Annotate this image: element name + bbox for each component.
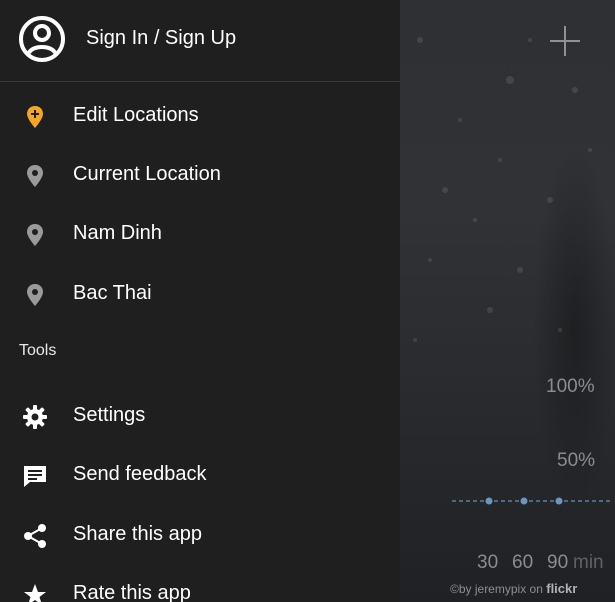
gear-icon <box>23 405 47 429</box>
location-pin-icon <box>27 224 43 246</box>
menu-item-label: Rate this app <box>73 582 191 602</box>
time-unit-min: min <box>573 552 604 573</box>
precip-label-100: 100% <box>546 376 595 397</box>
add-location-plus-button[interactable] <box>548 24 582 58</box>
menu-item-nam-dinh[interactable]: Nam Dinh <box>0 206 400 262</box>
drawer-divider <box>0 81 400 82</box>
menu-item-edit-locations[interactable]: Edit Locations <box>0 88 400 144</box>
menu-item-current-location[interactable]: Current Location <box>0 147 400 203</box>
feedback-icon <box>24 466 46 487</box>
precip-label-50: 50% <box>557 450 596 471</box>
menu-item-label: Edit Locations <box>73 104 199 126</box>
location-pin-icon <box>27 165 43 187</box>
menu-item-rate-app[interactable]: Rate this app <box>0 566 400 602</box>
star-icon <box>24 584 46 602</box>
menu-item-label: Bac Thai <box>73 282 152 304</box>
menu-item-label: Nam Dinh <box>73 222 162 244</box>
time-tick-30: 30 <box>477 552 499 573</box>
photo-credit: ©by jeremypix on flickr <box>450 581 577 596</box>
credit-prefix: ©by jeremypix on <box>450 582 543 596</box>
time-tick-60: 60 <box>512 552 534 573</box>
navigation-drawer: Sign In / Sign Up Edit Locations Current… <box>0 0 400 602</box>
sign-in-button[interactable]: Sign In / Sign Up <box>0 0 400 81</box>
precipitation-line <box>452 497 612 505</box>
time-tick-90: 90 <box>547 552 569 573</box>
menu-item-label: Current Location <box>73 163 221 185</box>
menu-item-send-feedback[interactable]: Send feedback <box>0 447 400 503</box>
menu-item-label: Settings <box>73 404 146 426</box>
credit-brand: flickr <box>546 581 578 596</box>
share-icon <box>24 524 46 548</box>
menu-item-label: Send feedback <box>73 463 207 485</box>
menu-item-label: Share this app <box>73 523 202 545</box>
sign-in-label: Sign In / Sign Up <box>86 27 237 49</box>
location-pin-icon <box>27 284 43 306</box>
menu-item-share-app[interactable]: Share this app <box>0 507 400 563</box>
menu-item-bac-thai[interactable]: Bac Thai <box>0 266 400 322</box>
account-circle-icon <box>19 16 65 62</box>
tools-section-title: Tools <box>19 342 57 359</box>
menu-item-settings[interactable]: Settings <box>0 388 400 444</box>
add-location-icon <box>27 106 43 128</box>
